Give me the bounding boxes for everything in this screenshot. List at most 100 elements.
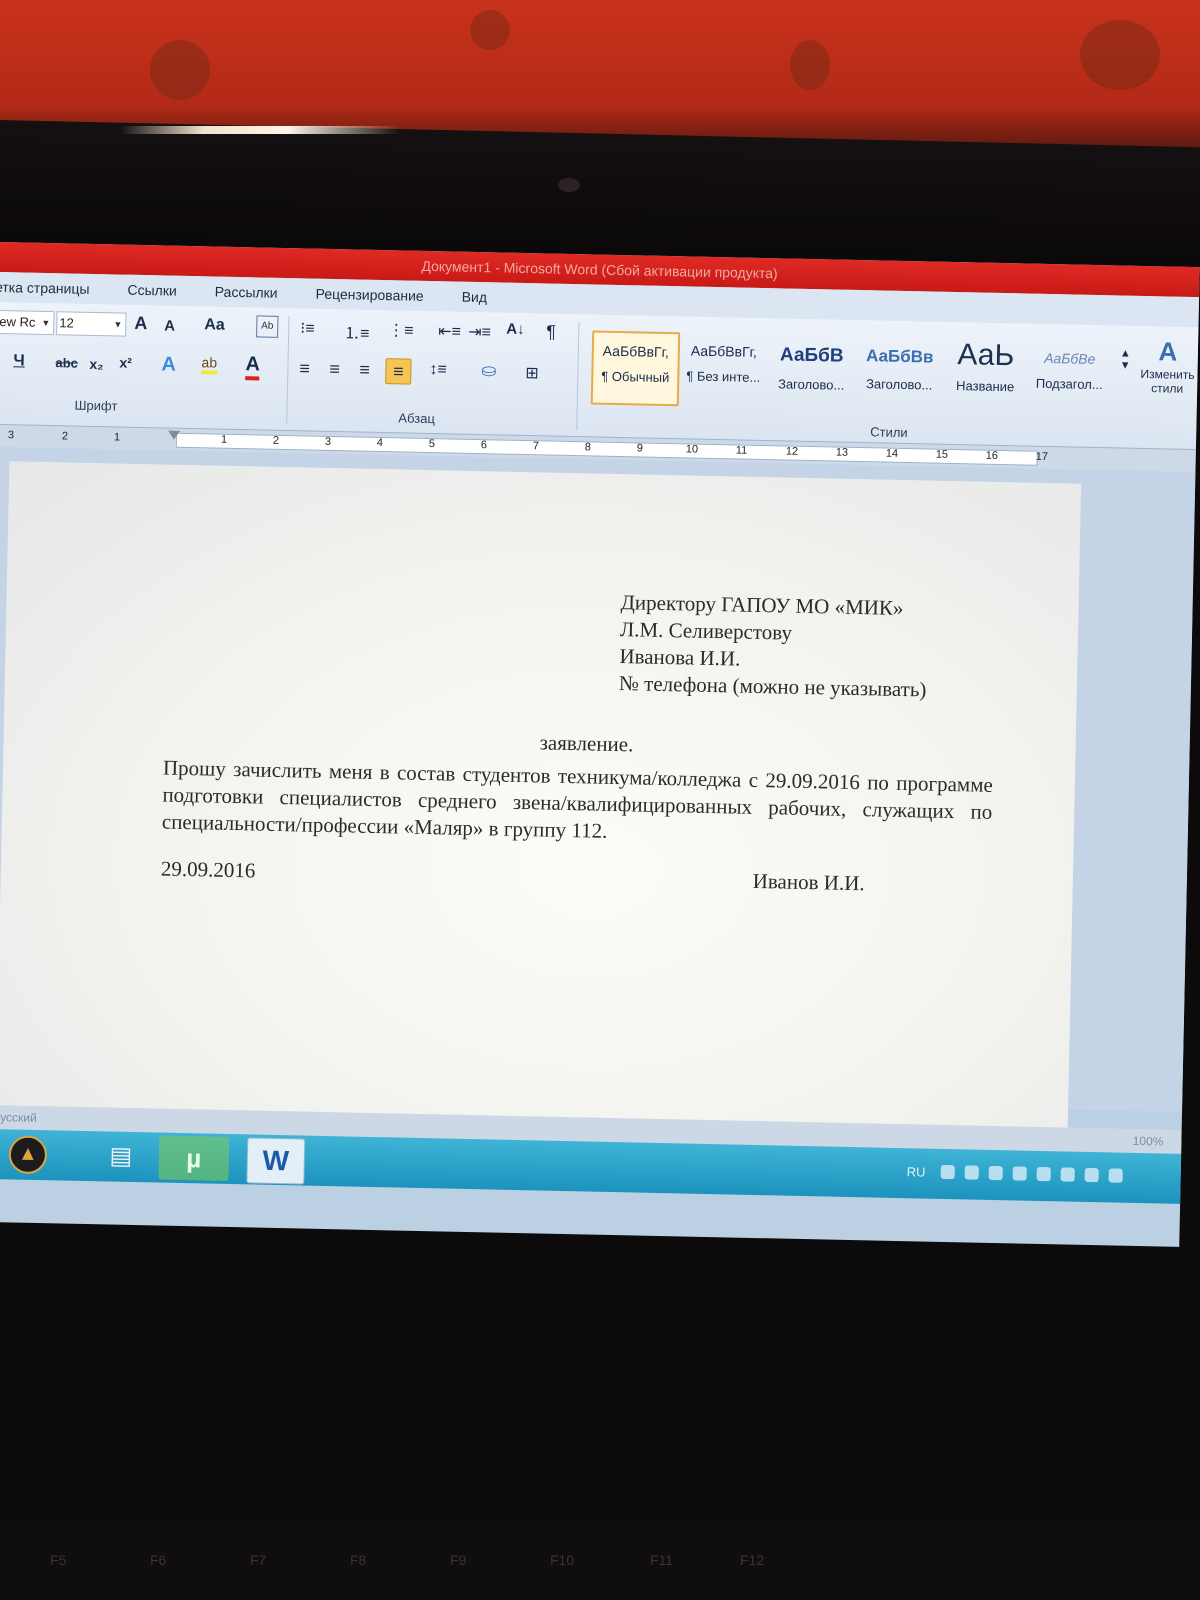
webcam <box>558 178 580 192</box>
change-case-icon: Aa <box>204 316 225 334</box>
document-heading: заявление. <box>539 730 634 757</box>
grow-font-button[interactable]: A <box>134 313 147 334</box>
align-right-button[interactable]: ≡ <box>359 360 370 381</box>
system-tray <box>940 1164 1171 1188</box>
tray-icon[interactable] <box>988 1165 1003 1181</box>
key-f5: F5 <box>50 1552 67 1568</box>
justify-button[interactable]: ≡ <box>385 358 412 385</box>
decrease-indent-button[interactable]: ⇤≡ <box>438 321 461 341</box>
increase-indent-button[interactable]: ⇥≡ <box>468 322 491 342</box>
align-center-button[interactable]: ≡ <box>329 359 340 380</box>
utorrent-icon: µ <box>186 1143 202 1174</box>
document-signature: Иванов И.И. <box>752 868 865 896</box>
clear-format-button[interactable]: Ab <box>256 315 279 338</box>
style-name: Подзагол... <box>1035 375 1103 393</box>
change-styles-label: Изменить стили <box>1140 366 1195 396</box>
multilevel-list-icon: ⋮≡ <box>388 322 414 340</box>
taskbar-word[interactable]: W <box>246 1137 306 1185</box>
ruler-number: 12 <box>785 445 799 458</box>
bullets-button[interactable]: ⁝≡ <box>300 318 315 338</box>
align-left-button[interactable]: ≡ <box>299 358 310 379</box>
zoom-level[interactable]: 100% <box>1132 1129 1164 1154</box>
highlighter-icon: ab <box>201 354 218 371</box>
sort-button[interactable]: А↓ <box>506 321 525 338</box>
tab-review[interactable]: Рецензирование <box>315 286 423 304</box>
font-group-label: Шрифт <box>74 397 118 414</box>
multilevel-list-button[interactable]: ⋮≡ <box>388 320 414 341</box>
highlight-button[interactable]: ab <box>201 354 218 375</box>
network-icon[interactable] <box>1060 1167 1075 1182</box>
borders-button[interactable]: ⊞ <box>525 363 539 383</box>
ruler-number: 14 <box>885 447 899 460</box>
font-color-icon: A <box>245 353 261 376</box>
keyboard-language[interactable]: RU <box>907 1164 926 1179</box>
style-sample: АаБбВе <box>1044 349 1096 367</box>
clear-format-icon: Ab <box>261 320 274 332</box>
style-heading-2[interactable]: АаБбВв Заголово... <box>857 336 942 408</box>
underline-icon: Ч <box>13 352 25 370</box>
style-no-spacing[interactable]: АаБбВвГг, ¶ Без инте... <box>681 332 766 404</box>
change-styles-button[interactable]: A Изменить стили <box>1135 336 1200 396</box>
change-styles-icon: A <box>1158 336 1178 367</box>
font-name-value: ew Rc <box>0 314 36 330</box>
start-button[interactable]: ▲ <box>8 1135 48 1175</box>
document-page[interactable]: Директору ГАПОУ МО «МИК» Л.М. Селиверсто… <box>0 461 1082 1144</box>
style-sample: АаБбВ <box>779 344 844 367</box>
show-marks-button[interactable]: ¶ <box>546 321 556 342</box>
strikethrough-icon: abc <box>55 355 79 371</box>
font-color-button[interactable]: A <box>245 353 261 381</box>
tray-icon[interactable] <box>1012 1166 1027 1181</box>
key-f8: F8 <box>350 1552 367 1568</box>
keyboard: F5 F6 F7 F8 F9 F10 F11 F12 <box>0 1520 1200 1600</box>
style-normal[interactable]: АаБбВвГг, ¶ Обычный <box>590 330 681 407</box>
tray-icon[interactable] <box>940 1164 955 1180</box>
superscript-button[interactable]: x² <box>119 355 132 371</box>
tab-references[interactable]: Ссылки <box>127 282 177 299</box>
ruler-number: 6 <box>480 439 488 452</box>
ruler-number: 3 <box>324 435 332 448</box>
styles-scroll[interactable]: ▲ ▼ <box>1120 347 1131 371</box>
taskbar-utorrent[interactable]: µ <box>158 1135 230 1181</box>
line-spacing-button[interactable]: ↕≡ <box>429 361 447 379</box>
style-sample: АаБбВвГг, <box>690 342 758 360</box>
chevron-down-icon: ▼ <box>113 319 123 330</box>
numbering-button[interactable]: ⒈≡ <box>344 319 370 344</box>
addressee-line: Директору ГАПОУ МО «МИК» <box>620 590 904 620</box>
taskbar-explorer[interactable]: ▤ <box>92 1134 149 1179</box>
text-effects-button[interactable]: A <box>161 353 176 376</box>
tab-mailings[interactable]: Рассылки <box>215 284 278 301</box>
ruler-number: 1 <box>113 431 121 444</box>
tab-view[interactable]: Вид <box>462 289 488 306</box>
justify-icon: ≡ <box>392 361 404 382</box>
tab-page-layout[interactable]: етка страницы <box>0 279 90 297</box>
underline-button[interactable]: Ч <box>13 352 25 370</box>
ruler-number: 5 <box>428 438 436 451</box>
language-indicator[interactable]: русский <box>0 1110 37 1125</box>
style-name: Название <box>955 378 1015 395</box>
ruler-number: 17 <box>1035 450 1049 463</box>
key-f12: F12 <box>740 1552 765 1568</box>
style-subtitle[interactable]: АаБбВе Подзагол... <box>1027 340 1112 412</box>
style-name: ¶ Обычный <box>601 368 670 386</box>
shrink-font-button[interactable]: A <box>164 317 175 334</box>
style-name: Заголово... <box>865 376 933 393</box>
change-case-button[interactable]: Aa <box>204 316 225 334</box>
style-title[interactable]: АаЬ Название <box>943 338 1028 410</box>
line-spacing-icon: ↕≡ <box>429 361 447 379</box>
align-left-icon: ≡ <box>299 358 311 379</box>
flag-icon[interactable] <box>1084 1167 1099 1183</box>
strikethrough-button[interactable]: abc <box>55 355 78 370</box>
key-f7: F7 <box>250 1552 267 1568</box>
font-name-combo[interactable]: ew Rc ▼ <box>0 309 55 336</box>
shading-button[interactable]: ⛀ <box>481 360 497 381</box>
volume-icon[interactable] <box>1108 1168 1123 1183</box>
indent-marker[interactable] <box>167 430 181 440</box>
document-workspace: Директору ГАПОУ МО «МИК» Л.М. Селиверсто… <box>0 446 1196 1144</box>
tray-icon[interactable] <box>964 1165 979 1180</box>
tray-icon[interactable] <box>1036 1166 1051 1182</box>
style-heading-1[interactable]: АаБбВ Заголово... <box>769 334 854 406</box>
font-size-combo[interactable]: 12 ▼ <box>56 311 127 337</box>
subscript-button[interactable]: x₂ <box>89 356 103 372</box>
addressee-line: Л.М. Селиверстову <box>619 617 793 645</box>
grow-font-icon: A <box>134 312 148 334</box>
